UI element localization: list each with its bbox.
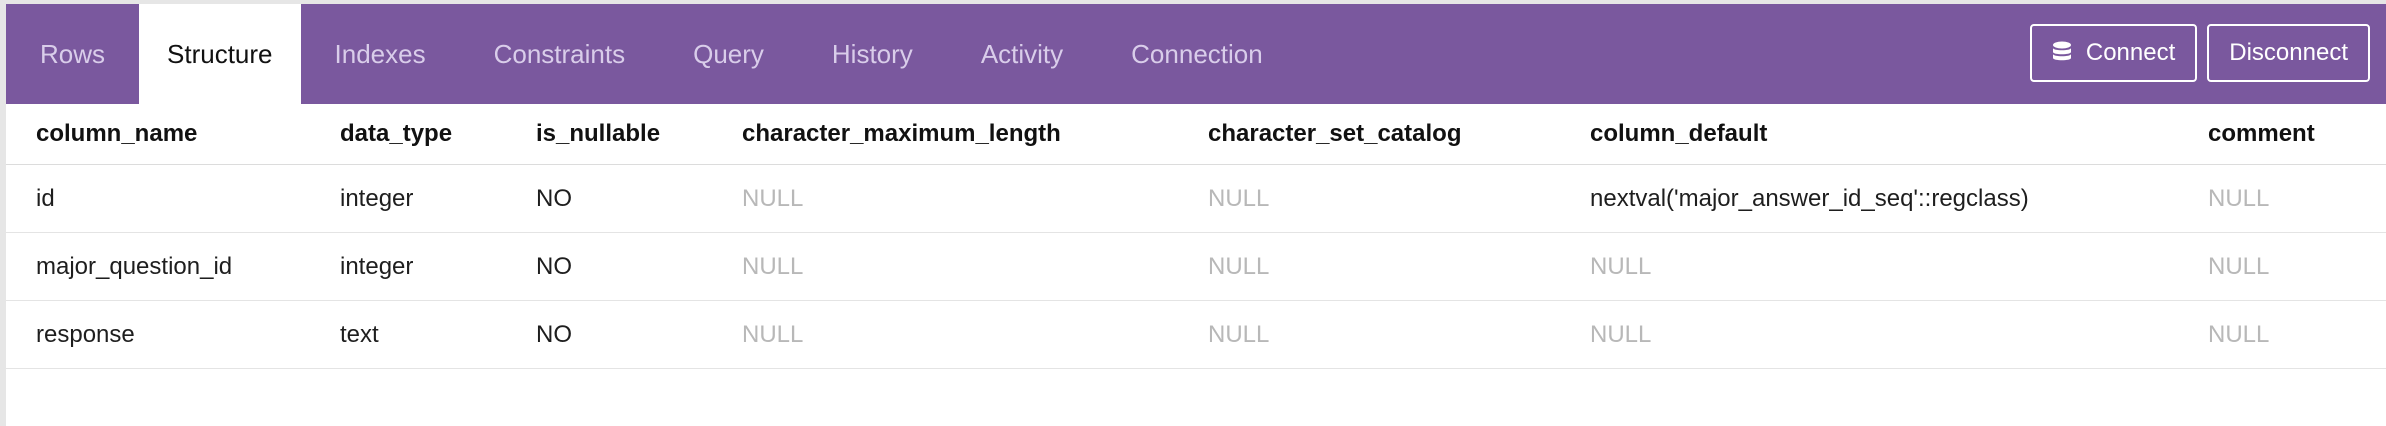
toolbar-actions: Connect Disconnect <box>2029 24 2370 82</box>
table-cell[interactable]: nextval('major_answer_id_seq'::regclass) <box>1590 165 2029 232</box>
table-cell[interactable]: NULL <box>2208 301 2269 368</box>
table-row[interactable]: response text NO NULL NULL NULL NULL <box>6 301 2386 369</box>
tab-connection[interactable]: Connection <box>1097 4 1297 104</box>
structure-table: column_name data_type is_nullable charac… <box>6 104 2386 369</box>
table-cell[interactable]: NULL <box>1590 233 1651 300</box>
table-cell[interactable]: NO <box>536 233 572 300</box>
tab-activity[interactable]: Activity <box>947 4 1097 104</box>
tab-query[interactable]: Query <box>659 4 798 104</box>
table-cell[interactable]: integer <box>340 233 413 300</box>
table-cell[interactable]: response <box>36 301 135 368</box>
table-cell[interactable]: NULL <box>1208 301 1269 368</box>
column-header-character-maximum-length[interactable]: character_maximum_length <box>742 104 1061 164</box>
table-cell[interactable]: integer <box>340 165 413 232</box>
database-icon <box>2052 41 2072 65</box>
table-cell[interactable]: NULL <box>742 233 803 300</box>
disconnect-button-label: Disconnect <box>2229 39 2348 66</box>
column-header-character-set-catalog[interactable]: character_set_catalog <box>1208 104 1461 164</box>
table-row[interactable]: id integer NO NULL NULL nextval('major_a… <box>6 165 2386 233</box>
table-cell[interactable]: NULL <box>742 301 803 368</box>
tab-indexes[interactable]: Indexes <box>301 4 460 104</box>
disconnect-button[interactable]: Disconnect <box>2207 24 2370 82</box>
table-cell[interactable]: NULL <box>1208 233 1269 300</box>
column-header-is-nullable[interactable]: is_nullable <box>536 104 660 164</box>
tab-structure[interactable]: Structure <box>139 4 301 104</box>
table-header-row: column_name data_type is_nullable charac… <box>6 104 2386 165</box>
table-cell[interactable]: text <box>340 301 379 368</box>
tab-history[interactable]: History <box>798 4 947 104</box>
column-header-data-type[interactable]: data_type <box>340 104 452 164</box>
app-window: Rows Structure Indexes Constraints Query… <box>0 0 2386 426</box>
table-cell[interactable]: major_question_id <box>36 233 232 300</box>
tab-list: Rows Structure Indexes Constraints Query… <box>6 4 1297 104</box>
table-cell[interactable]: id <box>36 165 55 232</box>
table-cell[interactable]: NULL <box>2208 165 2269 232</box>
connect-button-label: Connect <box>2085 39 2176 66</box>
table-cell[interactable]: NULL <box>1590 301 1651 368</box>
table-row[interactable]: major_question_id integer NO NULL NULL N… <box>6 233 2386 301</box>
table-cell[interactable]: NULL <box>742 165 803 232</box>
tab-constraints[interactable]: Constraints <box>460 4 660 104</box>
column-header-comment[interactable]: comment <box>2208 104 2315 164</box>
tab-rows[interactable]: Rows <box>6 4 139 104</box>
table-cell[interactable]: NULL <box>2208 233 2269 300</box>
column-header-column-name[interactable]: column_name <box>36 104 197 164</box>
tab-bar: Rows Structure Indexes Constraints Query… <box>6 4 2386 104</box>
column-header-column-default[interactable]: column_default <box>1590 104 1767 164</box>
table-cell[interactable]: NO <box>536 165 572 232</box>
table-cell[interactable]: NO <box>536 301 572 368</box>
table-cell[interactable]: NULL <box>1208 165 1269 232</box>
connect-button[interactable]: Connect <box>2029 24 2198 82</box>
